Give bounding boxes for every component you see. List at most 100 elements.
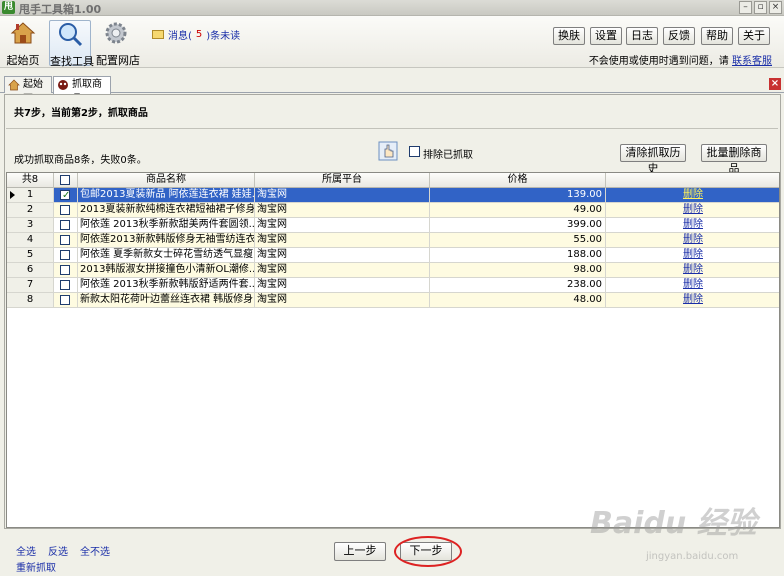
- product-price: 139.00: [430, 188, 606, 203]
- row-checkbox[interactable]: [60, 220, 70, 230]
- row-checkbox[interactable]: [60, 250, 70, 260]
- about-button[interactable]: 关于: [738, 27, 770, 45]
- tab-bar: 起始页 抓取商品 ×: [0, 75, 784, 105]
- delete-cell: 删除: [606, 188, 779, 203]
- product-platform: 淘宝网: [255, 188, 430, 203]
- config-shop-button[interactable]: 配置网店: [96, 20, 140, 67]
- row-number: 6: [7, 263, 54, 278]
- product-name: 2013夏装新款纯棉连衣裙短袖裙子修身...: [78, 203, 255, 218]
- find-tool-button[interactable]: 查找工具: [49, 20, 94, 68]
- select-all-link[interactable]: 全选: [16, 543, 36, 558]
- table-row[interactable]: 4 阿依莲2013新款韩版修身无袖雪纺连衣... 淘宝网 55.00 删除: [7, 233, 779, 248]
- header-platform[interactable]: 所属平台: [255, 173, 430, 188]
- row-checkbox[interactable]: [60, 295, 70, 305]
- row-checkbox[interactable]: [60, 235, 70, 245]
- feedback-button[interactable]: 反馈: [663, 27, 695, 45]
- table-row[interactable]: 1 ✓ 包邮2013夏装新品 阿依莲连衣裙 娃娃... 淘宝网 139.00 删除: [7, 188, 779, 203]
- product-grid: 共8 商品名称 所属平台 价格 1 ✓ 包邮2013夏装新品 阿依莲连衣裙 娃娃..…: [6, 172, 780, 528]
- fetch-summary: 成功抓取商品8条，失败0条。: [14, 155, 147, 166]
- row-number: 8: [7, 293, 54, 308]
- contact-support-link[interactable]: 联系客服: [732, 56, 772, 67]
- delete-cell: 删除: [606, 218, 779, 233]
- table-row[interactable]: 8 新款太阳花荷叶边蕾丝连衣裙 韩版修身... 淘宝网 48.00 删除: [7, 293, 779, 308]
- row-checkbox[interactable]: [60, 280, 70, 290]
- skin-button[interactable]: 换肤: [553, 27, 585, 45]
- tab-fetch-products[interactable]: 抓取商品: [53, 76, 111, 105]
- product-price: 238.00: [430, 278, 606, 293]
- help-button[interactable]: 帮助: [701, 27, 733, 45]
- product-platform: 淘宝网: [255, 203, 430, 218]
- table-row[interactable]: 7 阿依莲 2013秋季新款韩版舒适两件套... 淘宝网 238.00 删除: [7, 278, 779, 293]
- tab-home[interactable]: 起始页: [4, 76, 52, 105]
- message-notice[interactable]: 消息( 5 )条未读: [152, 27, 240, 42]
- delete-link[interactable]: 删除: [683, 204, 703, 215]
- select-none-link[interactable]: 全不选: [80, 543, 110, 558]
- delete-link[interactable]: 删除: [683, 249, 703, 260]
- config-shop-label: 配置网店: [96, 54, 140, 67]
- delete-link[interactable]: 删除: [683, 279, 703, 290]
- row-select-cell[interactable]: [54, 203, 78, 218]
- row-number: 4: [7, 233, 54, 248]
- row-number: 1: [7, 188, 54, 203]
- row-number: 3: [7, 218, 54, 233]
- log-button[interactable]: 日志: [626, 27, 658, 45]
- header-checkbox[interactable]: [60, 175, 70, 185]
- product-name: 阿依莲 夏季新款女士碎花雪纺透气显瘦...: [78, 248, 255, 263]
- step-title: 共7步，当前第2步，抓取商品: [14, 108, 148, 119]
- exclude-fetched-checkbox[interactable]: [409, 146, 420, 157]
- envelope-icon: [152, 30, 164, 39]
- table-row[interactable]: 6 2013韩版淑女拼接撞色小清新OL潮修... 淘宝网 98.00 删除: [7, 263, 779, 278]
- product-platform: 淘宝网: [255, 278, 430, 293]
- close-tab-icon[interactable]: ×: [769, 78, 781, 90]
- watermark-logo: Baidu 经验: [590, 506, 757, 541]
- delete-link[interactable]: 删除: [683, 234, 703, 245]
- row-select-cell[interactable]: [54, 263, 78, 278]
- clear-history-button[interactable]: 清除抓取历史: [620, 144, 686, 175]
- delete-link[interactable]: 删除: [683, 264, 703, 275]
- row-select-cell[interactable]: [54, 278, 78, 293]
- product-price: 55.00: [430, 233, 606, 248]
- product-platform: 淘宝网: [255, 218, 430, 233]
- header-action: [606, 173, 779, 188]
- close-icon[interactable]: ×: [769, 1, 782, 14]
- delete-cell: 删除: [606, 233, 779, 248]
- header-count: 共8: [7, 173, 54, 188]
- table-row[interactable]: 2 2013夏装新款纯棉连衣裙短袖裙子修身... 淘宝网 49.00 删除: [7, 203, 779, 218]
- gear-icon: [105, 22, 127, 44]
- minimize-icon[interactable]: –: [739, 1, 752, 14]
- row-select-cell[interactable]: [54, 293, 78, 308]
- row-checkbox[interactable]: ✓: [60, 190, 70, 201]
- row-checkbox[interactable]: [60, 265, 70, 275]
- header-select-all[interactable]: [54, 173, 78, 188]
- row-select-cell[interactable]: [54, 248, 78, 263]
- product-price: 399.00: [430, 218, 606, 233]
- row-select-cell[interactable]: [54, 218, 78, 233]
- prev-step-button[interactable]: 上一步: [334, 542, 386, 561]
- hand-pointer-icon[interactable]: [378, 141, 398, 161]
- window-title: 甩手工具箱1.00: [19, 3, 102, 16]
- exclude-fetched-label: 排除已抓取: [423, 150, 473, 161]
- highlight-circle: [394, 536, 462, 567]
- app-logo-icon: 甩: [2, 1, 15, 14]
- delete-link[interactable]: 删除: [683, 219, 703, 230]
- row-checkbox[interactable]: [60, 205, 70, 215]
- header-price[interactable]: 价格: [430, 173, 606, 188]
- header-name[interactable]: 商品名称: [78, 173, 255, 188]
- table-row[interactable]: 5 阿依莲 夏季新款女士碎花雪纺透气显瘦... 淘宝网 188.00 删除: [7, 248, 779, 263]
- product-price: 188.00: [430, 248, 606, 263]
- title-bar: 甩 甩手工具箱1.00 – ▫ ×: [0, 0, 784, 16]
- row-select-cell[interactable]: [54, 233, 78, 248]
- settings-button[interactable]: 设置: [590, 27, 622, 45]
- home-tool-button[interactable]: 起始页: [4, 20, 42, 67]
- batch-delete-button[interactable]: 批量删除商品: [701, 144, 767, 175]
- help-hint: 不会使用或使用时遇到问题，请 联系客服: [589, 52, 772, 67]
- product-price: 49.00: [430, 203, 606, 218]
- invert-selection-link[interactable]: 反选: [48, 543, 68, 558]
- delete-link[interactable]: 删除: [683, 294, 703, 305]
- row-select-cell[interactable]: ✓: [54, 188, 78, 203]
- delete-link[interactable]: 删除: [683, 189, 703, 200]
- refetch-link[interactable]: 重新抓取: [16, 559, 56, 574]
- product-platform: 淘宝网: [255, 263, 430, 278]
- table-row[interactable]: 3 阿依莲 2013秋季新款甜美两件套圆领... 淘宝网 399.00 删除: [7, 218, 779, 233]
- restore-icon[interactable]: ▫: [754, 1, 767, 14]
